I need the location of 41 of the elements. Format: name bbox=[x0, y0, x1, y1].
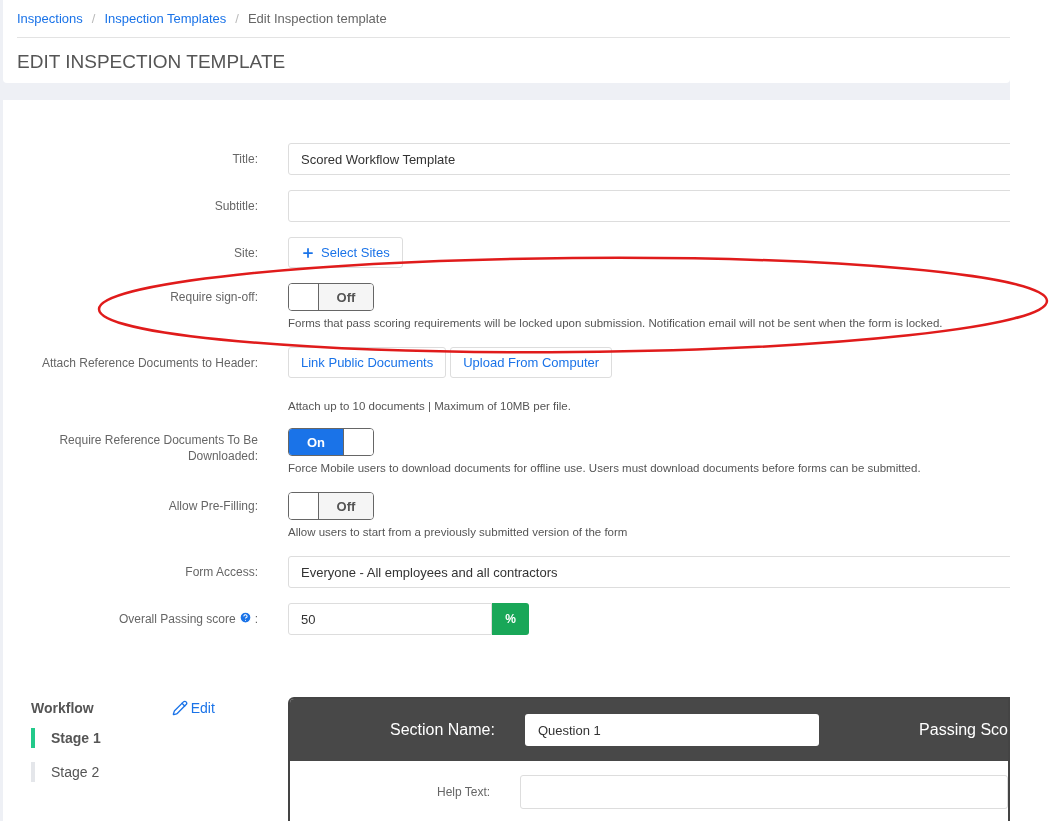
help-text: Forms that pass scoring requirements will be locked upon submission. Notification email will not be sent when the form is locked. bbox=[288, 317, 944, 329]
help-text: Allow users to start from a previously submitted version of the form bbox=[288, 526, 629, 538]
page-title: EDIT INSPECTION TEMPLATE bbox=[17, 50, 287, 73]
breadcrumb-link[interactable]: Inspection Templates bbox=[104, 11, 227, 26]
text-input[interactable] bbox=[288, 190, 1010, 222]
field-label: Attach Reference Documents to Header: bbox=[41, 355, 258, 371]
section-name-input[interactable]: Question 1 bbox=[524, 714, 820, 746]
help-text-label: Help Text: bbox=[437, 785, 491, 799]
toggle-switch[interactable]: Off bbox=[288, 283, 374, 311]
breadcrumb-separator: / bbox=[235, 11, 239, 26]
breadcrumb-link[interactable]: Inspections bbox=[17, 11, 83, 26]
help-text: Force Mobile users to download documents for offline use. Users must download documents before forms can be submitted. bbox=[288, 462, 922, 474]
document-button[interactable]: Upload From Computer bbox=[450, 347, 613, 378]
field-label: Overall Passing score bbox=[118, 611, 236, 627]
help-text-input[interactable] bbox=[520, 775, 1008, 809]
field-label: Site: bbox=[234, 245, 258, 261]
plus-icon bbox=[301, 245, 315, 260]
field-label: Require sign-off: bbox=[170, 289, 258, 305]
section-name-label: Section Name: bbox=[390, 721, 495, 739]
field-label: Subtitle: bbox=[214, 198, 258, 214]
edit-link[interactable]: Edit bbox=[171, 700, 215, 716]
label-colon: : bbox=[254, 611, 258, 627]
toggle-switch[interactable]: Off bbox=[288, 492, 374, 520]
pencil-icon bbox=[171, 700, 188, 716]
workflow-title: Workflow bbox=[31, 700, 94, 716]
field-label: Allow Pre-Filling: bbox=[168, 498, 258, 514]
percent-addon: % bbox=[492, 603, 529, 635]
field-label: Form Access: bbox=[185, 564, 258, 580]
attach-note: Attach up to 10 documents | Maximum of 10MB per file. bbox=[288, 400, 572, 412]
current-page-label: Edit Inspection template bbox=[247, 11, 387, 26]
document-button[interactable]: Link Public Documents bbox=[288, 347, 447, 378]
form-access-select[interactable]: Everyone - All employees and all contractors bbox=[288, 556, 1010, 588]
score-input[interactable]: 50 bbox=[288, 603, 492, 635]
help-icon[interactable] bbox=[238, 611, 252, 624]
field-label: Require Reference Documents To Be Downloaded: bbox=[58, 432, 258, 464]
select-sites-button[interactable]: Select Sites bbox=[288, 237, 403, 268]
breadcrumb-separator: / bbox=[91, 11, 96, 26]
text-input[interactable]: Scored Workflow Template bbox=[288, 143, 1010, 175]
passing-score-label: Passing Sco bbox=[919, 721, 1008, 739]
toggle-switch[interactable]: On bbox=[288, 428, 374, 456]
field-label: Title: bbox=[232, 151, 258, 167]
